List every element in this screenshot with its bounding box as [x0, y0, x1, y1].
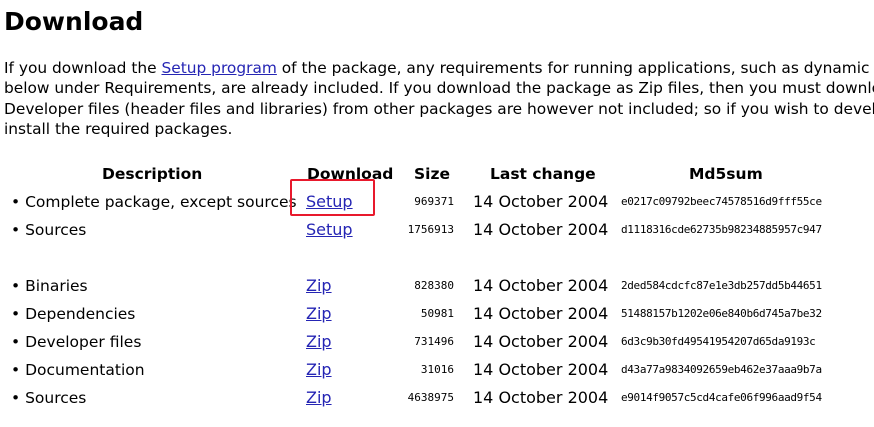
intro-text: of the package, any requirements for run…: [276, 59, 874, 77]
row-md5: e0217c09792beec74578516d9fff55ce: [621, 195, 822, 208]
table-row: • Dependencies Zip 50981 14 October 2004…: [0, 300, 874, 328]
row-md5: 51488157b1202e06e840b6d745a7be32: [621, 307, 822, 320]
zip-download-link[interactable]: Zip: [306, 360, 332, 379]
row-date: 14 October 2004: [473, 220, 609, 239]
page-title: Download: [4, 7, 144, 36]
row-description: • Dependencies: [11, 305, 136, 323]
row-date: 14 October 2004: [473, 332, 609, 351]
intro-line-2: below under Requirements, are already in…: [4, 79, 874, 98]
highlight-annotation-box: [290, 179, 375, 216]
row-md5: d43a77a9834092659eb462e37aaa9b7a: [621, 363, 822, 376]
intro-line-3: Developer files (header files and librar…: [4, 99, 874, 118]
zip-download-link[interactable]: Zip: [306, 304, 332, 323]
header-last-change: Last change: [490, 165, 596, 183]
header-md5sum: Md5sum: [689, 165, 763, 183]
header-description: Description: [102, 165, 203, 183]
row-md5: 6d3c9b30fd49541954207d65da9193c: [621, 335, 816, 348]
zip-download-link[interactable]: Zip: [306, 388, 332, 407]
intro-paragraph: If you download the Setup program of the…: [4, 58, 874, 139]
intro-line-4: install the required packages.: [4, 119, 233, 138]
table-row: • Sources Zip 4638975 14 October 2004 e9…: [0, 384, 874, 412]
intro-line-1: If you download the Setup program of the…: [4, 58, 874, 78]
table-row: • Developer files Zip 731496 14 October …: [0, 328, 874, 356]
row-md5: e9014f9057c5cd4cafe06f996aad9f54: [621, 391, 822, 404]
table-row: • Complete package, except sources Setup…: [0, 188, 874, 216]
row-date: 14 October 2004: [473, 360, 609, 379]
row-size: 828380: [414, 279, 454, 292]
table-row: • Documentation Zip 31016 14 October 200…: [0, 356, 874, 384]
table-row: • Binaries Zip 828380 14 October 2004 2d…: [0, 272, 874, 300]
row-md5: 2ded584cdcfc87e1e3db257dd5b44651: [621, 279, 822, 292]
setup-program-link[interactable]: Setup program: [161, 59, 276, 77]
row-description: • Binaries: [11, 277, 88, 295]
row-date: 14 October 2004: [473, 276, 609, 295]
intro-text: If you download the: [4, 59, 162, 77]
row-size: 969371: [414, 195, 454, 208]
row-description: • Documentation: [11, 361, 145, 379]
row-date: 14 October 2004: [473, 192, 609, 211]
row-description: • Sources: [11, 389, 87, 407]
zip-download-link[interactable]: Zip: [306, 276, 332, 295]
row-size: 1756913: [407, 223, 454, 236]
row-size: 50981: [420, 307, 454, 320]
row-size: 4638975: [407, 391, 454, 404]
row-description: • Complete package, except sources: [11, 193, 297, 211]
setup-download-link[interactable]: Setup: [306, 220, 353, 239]
row-size: 731496: [414, 335, 454, 348]
table-row: • Sources Setup 1756913 14 October 2004 …: [0, 216, 874, 244]
row-md5: d1118316cde62735b98234885957c947: [621, 223, 822, 236]
header-size: Size: [414, 165, 451, 183]
row-size: 31016: [420, 363, 454, 376]
row-date: 14 October 2004: [473, 304, 609, 323]
row-description: • Sources: [11, 221, 87, 239]
row-date: 14 October 2004: [473, 388, 609, 407]
zip-download-link[interactable]: Zip: [306, 332, 332, 351]
row-description: • Developer files: [11, 333, 142, 351]
